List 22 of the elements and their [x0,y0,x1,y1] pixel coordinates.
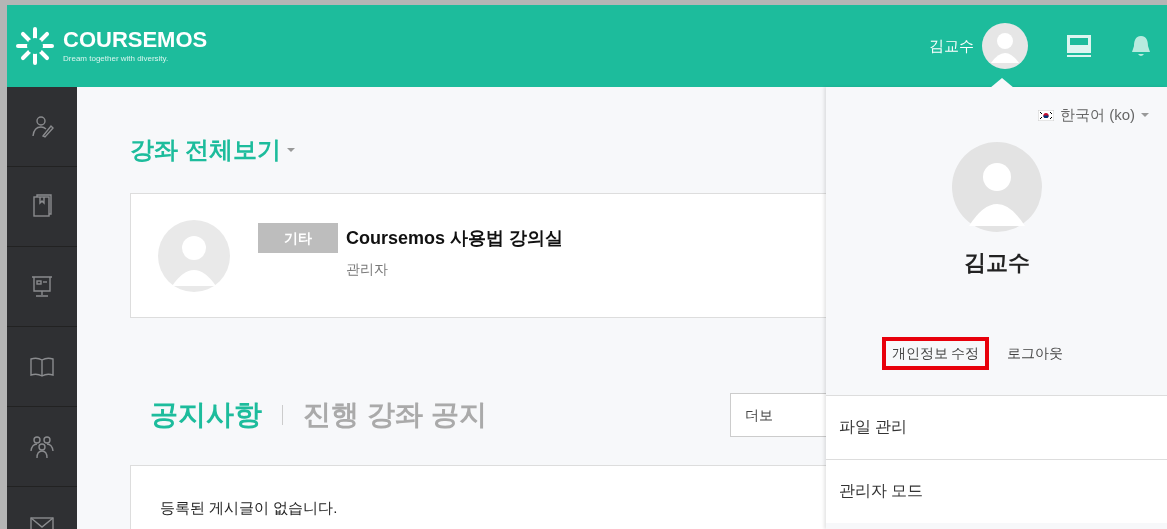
profile-name: 김교수 [962,248,1031,277]
menu-link[interactable]: 개인정보 수정 [881,336,990,370]
person-pen-icon[interactable] [29,113,55,140]
people-group-icon[interactable] [29,433,55,460]
language-selector[interactable]: 한국어 (ko) [1032,103,1155,128]
flag-icon [1038,109,1054,121]
bell-icon[interactable] [1129,34,1153,58]
menu-item[interactable]: 파일 관리 [826,394,1167,459]
logo-tagline: Dream together with diversity. [63,55,170,63]
avatar-icon [951,141,1042,232]
professor-name: 관리자 [346,260,389,279]
logo-text: COURSEMOS [63,29,208,51]
menu-item[interactable]: 관리자 모드 [826,458,1167,523]
empty-message: 등록된 게시글이 없습니다. [160,499,338,516]
presentation-board-icon[interactable] [29,273,55,300]
logo-icon[interactable] [15,26,55,66]
monitor-icon[interactable] [1066,34,1092,58]
category-tag: 기타 [258,223,338,253]
caret-icon[interactable] [286,148,295,152]
course-title[interactable]: Coursemos 사용법 강의실 [346,224,564,252]
menu-link[interactable]: 로그아웃 [999,336,1072,370]
avatar-icon[interactable] [982,23,1028,69]
